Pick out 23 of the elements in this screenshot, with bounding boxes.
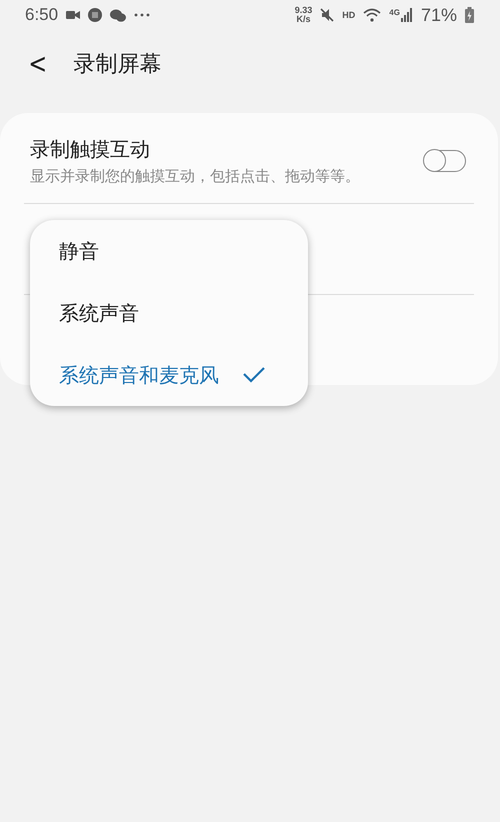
- menu-option[interactable]: 静音: [30, 220, 308, 282]
- video-camera-icon: [66, 10, 80, 20]
- hd-label: HD: [342, 10, 356, 20]
- page-title: 录制屏幕: [73, 51, 162, 79]
- toggle-switch[interactable]: [424, 150, 466, 172]
- signal-icon: [400, 8, 413, 22]
- wifi-icon: [363, 8, 382, 22]
- battery-icon: [465, 7, 474, 23]
- speed-unit: K/s: [296, 15, 311, 24]
- muted-speaker-icon: [320, 8, 334, 22]
- battery-percent: 71%: [420, 4, 457, 26]
- clock-time: 6:50: [25, 5, 58, 25]
- menu-option[interactable]: 系统声音: [30, 282, 308, 344]
- more-icon: [134, 13, 150, 17]
- chat-bubbles-icon: [110, 8, 126, 22]
- setting-description: 显示并录制您的触摸互动，包括点击、拖动等等。: [30, 167, 360, 186]
- menu-option[interactable]: 系统声音和麦克风: [30, 344, 308, 406]
- back-button[interactable]: <: [25, 49, 50, 79]
- check-icon: [243, 367, 265, 383]
- speed-value: 9.33: [294, 6, 312, 15]
- setting-title: 录制触摸互动: [30, 136, 151, 163]
- circle-app-icon: [88, 8, 102, 22]
- network-label: 4G: [389, 8, 400, 17]
